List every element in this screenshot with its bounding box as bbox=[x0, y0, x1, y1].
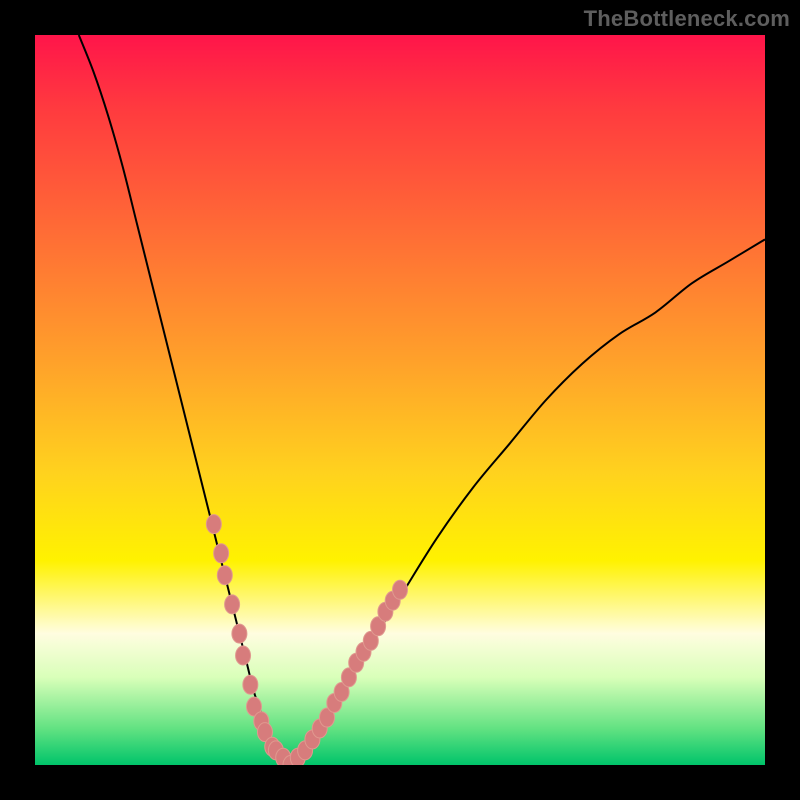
curve-marker bbox=[214, 544, 229, 563]
marker-group bbox=[206, 515, 407, 765]
curve-layer bbox=[35, 35, 765, 765]
chart-frame: TheBottleneck.com bbox=[0, 0, 800, 800]
curve-marker bbox=[393, 580, 408, 599]
curve-marker bbox=[243, 675, 258, 694]
curve-marker bbox=[232, 624, 247, 643]
watermark-label: TheBottleneck.com bbox=[584, 6, 790, 32]
bottleneck-curve bbox=[79, 35, 765, 765]
curve-marker bbox=[217, 566, 232, 585]
curve-marker bbox=[206, 515, 221, 534]
curve-marker bbox=[236, 646, 251, 665]
plot-area bbox=[35, 35, 765, 765]
curve-marker bbox=[225, 595, 240, 614]
